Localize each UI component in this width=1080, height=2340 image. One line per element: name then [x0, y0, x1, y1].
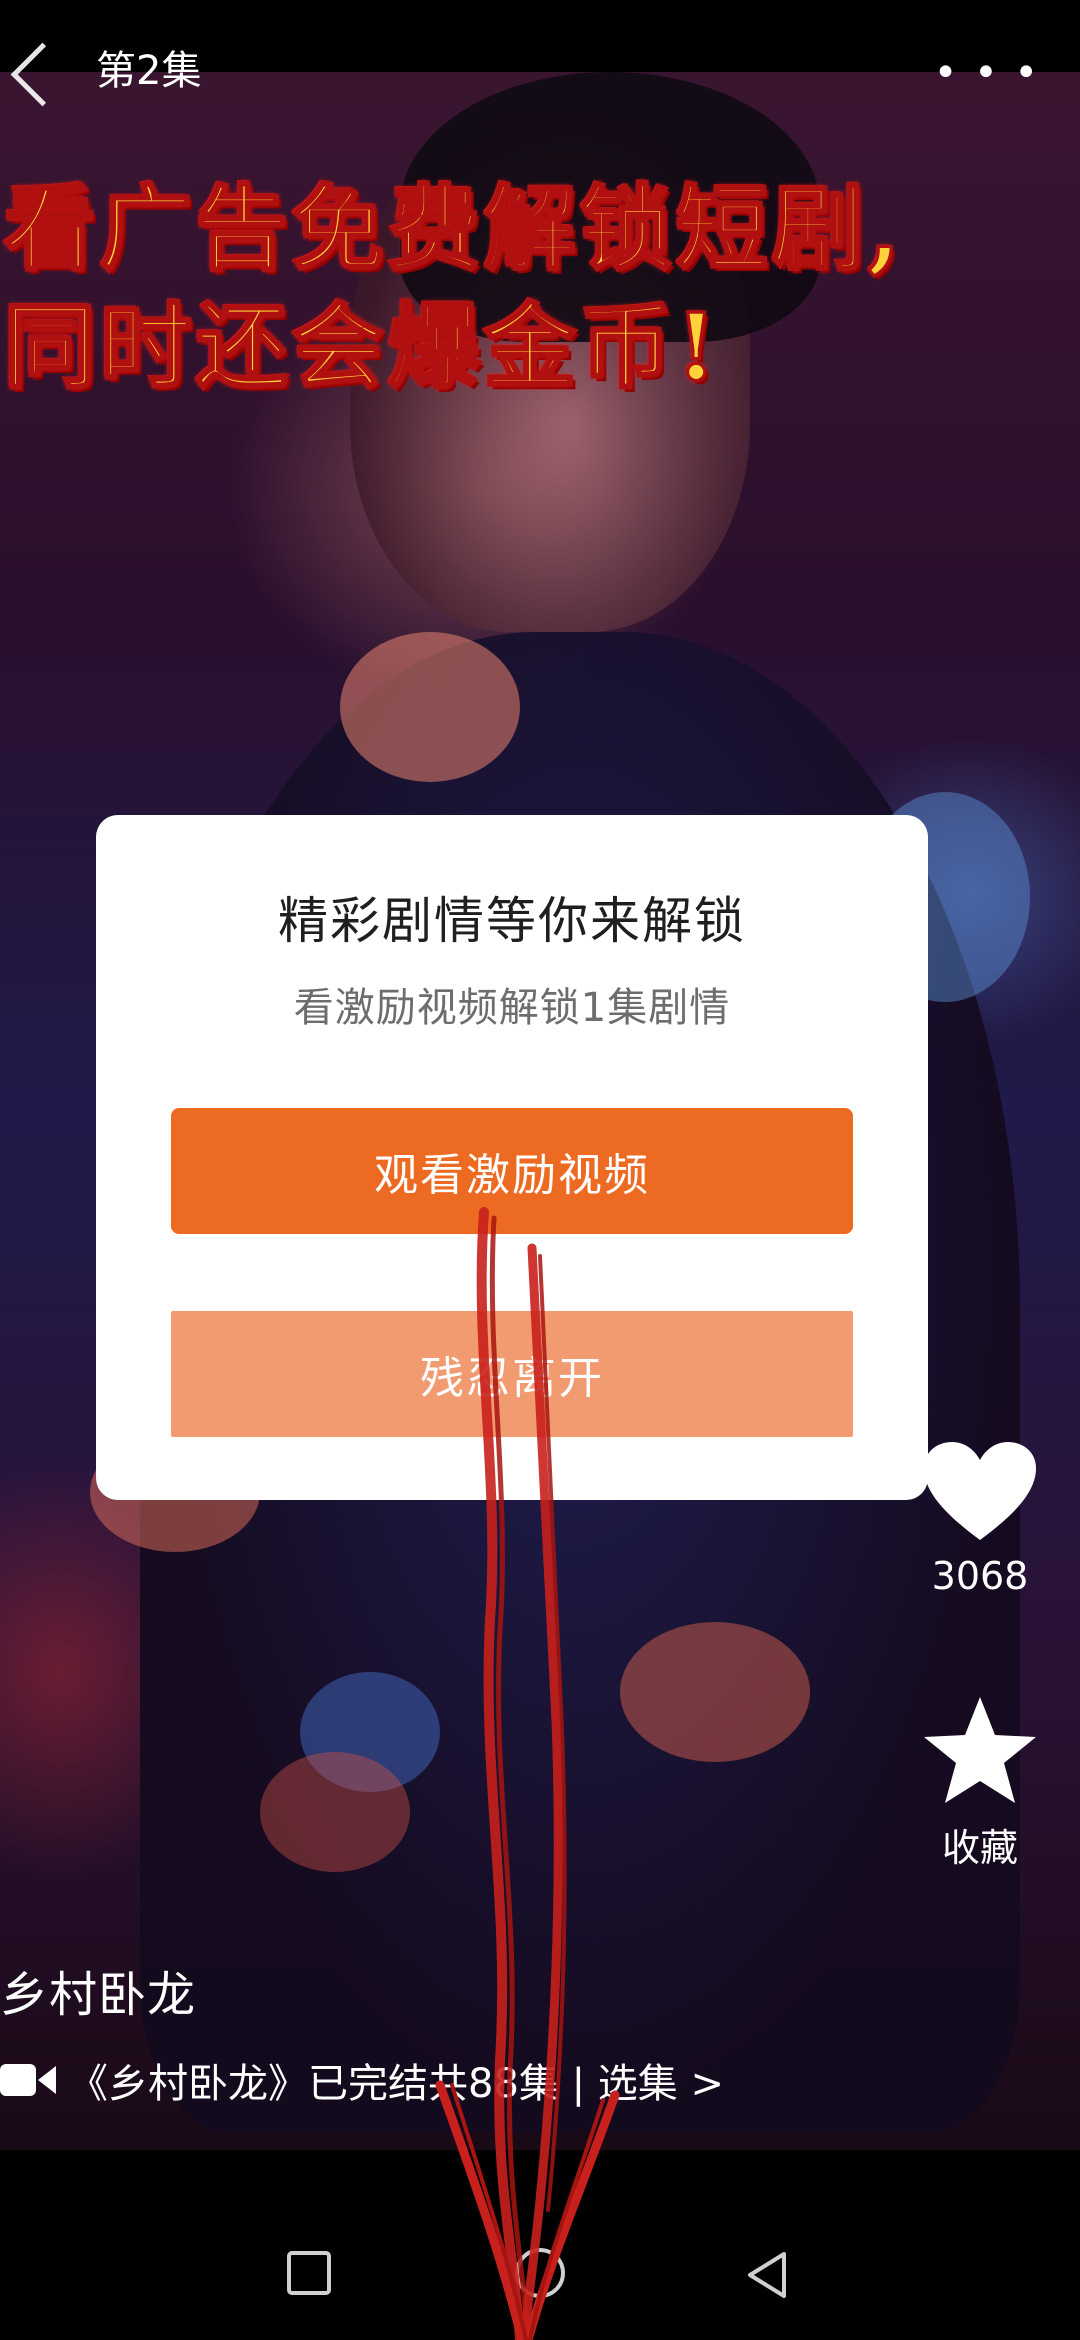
system-nav-bar: [0, 2150, 1080, 2340]
drama-title: 乡村卧龙: [0, 1967, 197, 2023]
promo-line-1: 看广告免费解锁短剧,: [3, 174, 905, 285]
promo-line-2: 同时还会爆金币!: [3, 292, 721, 403]
short-drama-player-screen: 第2集 • • • 看广告免费解锁短剧, 同时还会爆金币! 精彩剧情等你来解锁 …: [0, 0, 1080, 2340]
episode-label: 第2集: [96, 48, 202, 94]
recents-square-icon[interactable]: [286, 2250, 332, 2296]
dialog-title: 精彩剧情等你来解锁: [278, 892, 746, 950]
shirt-flower-pattern: [260, 1752, 410, 1872]
video-camera-icon: [0, 2064, 56, 2096]
leave-button[interactable]: 残忍离开: [171, 1311, 853, 1437]
watch-reward-video-button[interactable]: 观看激励视频: [171, 1108, 853, 1234]
more-dots-icon[interactable]: • • •: [934, 50, 1040, 96]
back-triangle-icon[interactable]: [744, 2250, 790, 2300]
shirt-flower-pattern: [340, 632, 520, 782]
favorite-label: 收藏: [941, 1826, 1018, 1870]
top-bar: 第2集 • • •: [0, 42, 1080, 172]
promo-banner: 看广告免费解锁短剧, 同时还会爆金币!: [0, 170, 1080, 406]
like-count: 3068: [931, 1554, 1029, 1598]
star-icon[interactable]: [922, 1695, 1038, 1807]
episode-selector[interactable]: 《乡村卧龙》已完结共88集 | 选集 >: [0, 2050, 724, 2110]
favorite-action[interactable]: 收藏: [905, 1695, 1055, 1872]
unlock-dialog: 精彩剧情等你来解锁 看激励视频解锁1集剧情 观看激励视频 残忍离开: [96, 815, 928, 1500]
heart-icon[interactable]: [922, 1440, 1038, 1544]
dialog-subtitle: 看激励视频解锁1集剧情: [293, 985, 731, 1031]
home-circle-icon[interactable]: [513, 2246, 567, 2300]
shirt-flower-pattern: [620, 1622, 810, 1762]
drama-info-text: 《乡村卧龙》已完结共88集 | 选集 >: [68, 2061, 725, 2107]
